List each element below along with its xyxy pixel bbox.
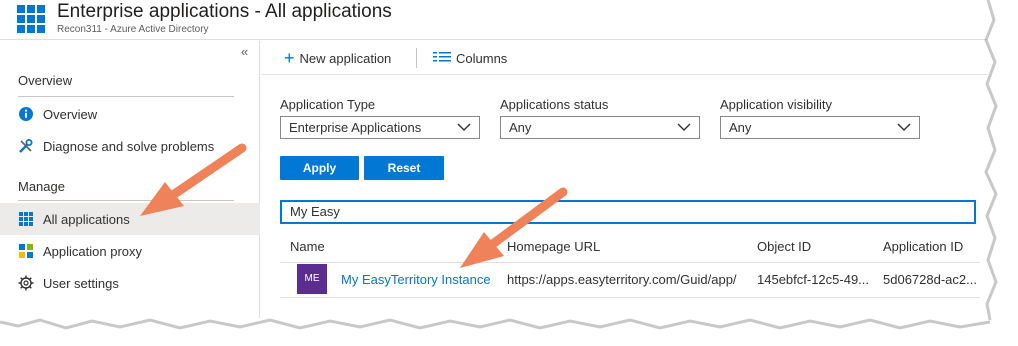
sidebar-item-label: Diagnose and solve problems	[43, 138, 215, 154]
application-visibility-dropdown[interactable]: Any	[720, 116, 920, 139]
page-subtitle: Recon311 - Azure Active Directory	[57, 24, 209, 35]
columns-label: Columns	[456, 50, 508, 66]
application-name-link[interactable]: My EasyTerritory Instance	[341, 272, 491, 287]
columns-icon	[433, 51, 451, 66]
collapse-sidebar-icon[interactable]: «	[241, 44, 248, 59]
section-heading-manage: Manage	[18, 179, 65, 194]
wrench-icon	[18, 138, 34, 154]
table-row-divider	[280, 297, 980, 298]
applications-status-value: Any	[509, 120, 532, 135]
sidebar-item-label: All applications	[43, 211, 130, 227]
sidebar: « Overview Overview Diagnose and solve p…	[0, 41, 260, 318]
table-header-divider	[280, 262, 980, 263]
application-type-value: Enterprise Applications	[289, 120, 422, 135]
sidebar-item-label: User settings	[43, 275, 119, 291]
application-id-cell: 5d06728d-ac2...	[883, 272, 977, 287]
column-header-name[interactable]: Name	[290, 239, 325, 254]
reset-button[interactable]: Reset	[364, 156, 444, 180]
section-heading-overview: Overview	[18, 73, 73, 88]
applications-status-label: Applications status	[500, 97, 609, 112]
column-header-homepage-url[interactable]: Homepage URL	[507, 239, 600, 254]
sidebar-item-label: Overview	[43, 106, 98, 122]
application-type-dropdown[interactable]: Enterprise Applications	[280, 116, 480, 139]
section-divider	[18, 96, 234, 97]
search-input[interactable]: My Easy	[280, 200, 976, 224]
chevron-down-icon	[897, 119, 911, 140]
avatar: ME	[297, 264, 327, 294]
sidebar-item-overview[interactable]: Overview	[0, 98, 260, 130]
homepage-url-cell: https://apps.easyterritory.com/Guid/app/	[507, 272, 737, 287]
chevron-down-icon	[457, 119, 471, 140]
application-visibility-label: Application visibility	[720, 97, 832, 112]
sidebar-item-user-settings[interactable]: User settings	[0, 267, 260, 299]
sidebar-item-application-proxy[interactable]: Application proxy	[0, 235, 260, 267]
column-header-object-id[interactable]: Object ID	[757, 239, 811, 254]
apply-button[interactable]: Apply	[280, 156, 359, 180]
info-icon	[18, 106, 34, 122]
columns-button[interactable]: Columns	[433, 41, 507, 75]
applications-status-dropdown[interactable]: Any	[500, 116, 700, 139]
blade-header: Enterprise applications - All applicatio…	[0, 0, 988, 40]
new-application-button[interactable]: + New application	[284, 41, 391, 75]
apps-grid-icon	[18, 211, 34, 227]
portal-blade: Enterprise applications - All applicatio…	[0, 0, 988, 318]
toolbar-divider	[416, 48, 417, 68]
sidebar-item-diagnose[interactable]: Diagnose and solve problems	[0, 130, 260, 162]
application-type-label: Application Type	[280, 97, 376, 112]
gear-icon	[18, 275, 34, 291]
new-application-label: New application	[299, 50, 392, 66]
sidebar-item-label: Application proxy	[43, 243, 142, 259]
plus-icon: +	[284, 47, 295, 68]
chevron-down-icon	[677, 119, 691, 140]
app-proxy-icon	[18, 243, 34, 259]
column-header-application-id[interactable]: Application ID	[883, 239, 963, 254]
enterprise-apps-grid-icon	[17, 5, 45, 33]
page-title: Enterprise applications - All applicatio…	[57, 1, 392, 22]
application-visibility-value: Any	[729, 120, 752, 135]
sidebar-item-all-applications[interactable]: All applications	[0, 203, 260, 235]
object-id-cell: 145ebfcf-12c5-49...	[757, 272, 870, 287]
section-divider	[18, 200, 234, 201]
command-bar: + New application Columns	[262, 41, 988, 75]
